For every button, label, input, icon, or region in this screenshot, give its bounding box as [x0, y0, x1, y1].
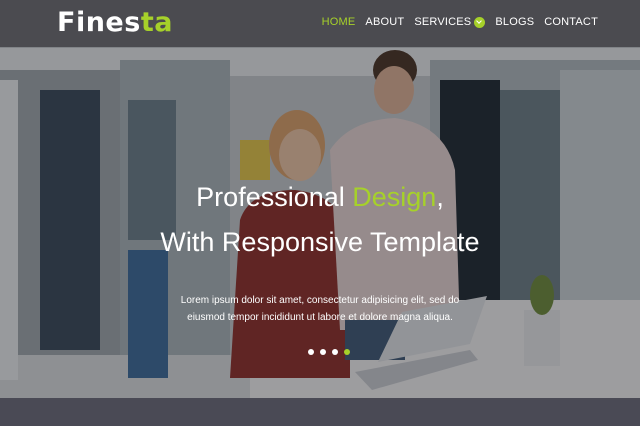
hero-title-line2: With Responsive Template: [160, 227, 480, 257]
brand-logo-part2: ta: [140, 7, 173, 38]
main-menu: HOME ABOUT SERVICES BLOGS CONTACT: [322, 16, 598, 28]
nav-item-blogs[interactable]: BLOGS: [495, 16, 534, 28]
hero-title-prefix: Professional: [196, 182, 353, 212]
slider-indicators: [308, 349, 350, 355]
hero-description-line2: eiusmod tempor incididunt ut labore et d…: [187, 312, 453, 323]
brand-logo-part1: Fines: [57, 7, 141, 38]
hero-section: Professional Design, With Responsive Tem…: [0, 0, 640, 398]
slider-dot-4[interactable]: [344, 349, 350, 355]
slider-dot-2[interactable]: [320, 349, 326, 355]
next-section-band: [0, 398, 640, 426]
brand-logo[interactable]: Finesta: [57, 7, 173, 38]
top-navbar: Finesta HOME ABOUT SERVICES BLOGS CONTAC…: [0, 0, 640, 47]
slider-dot-3[interactable]: [332, 349, 338, 355]
hero-description-line1: Lorem ipsum dolor sit amet, consectetur …: [180, 295, 460, 306]
hero-title-line1: Professional Design,: [0, 182, 640, 213]
nav-item-services-label: SERVICES: [414, 16, 472, 28]
hero-title-accent: Design: [352, 182, 437, 212]
nav-item-contact[interactable]: CONTACT: [544, 16, 598, 28]
nav-item-about[interactable]: ABOUT: [365, 16, 404, 28]
slider-dot-1[interactable]: [308, 349, 314, 355]
nav-item-home[interactable]: HOME: [322, 16, 356, 28]
hero-description: Lorem ipsum dolor sit amet, consectetur …: [0, 292, 640, 326]
hero-title-suffix: ,: [436, 182, 444, 212]
chevron-down-icon: [474, 16, 486, 28]
nav-item-services[interactable]: SERVICES: [414, 16, 486, 28]
